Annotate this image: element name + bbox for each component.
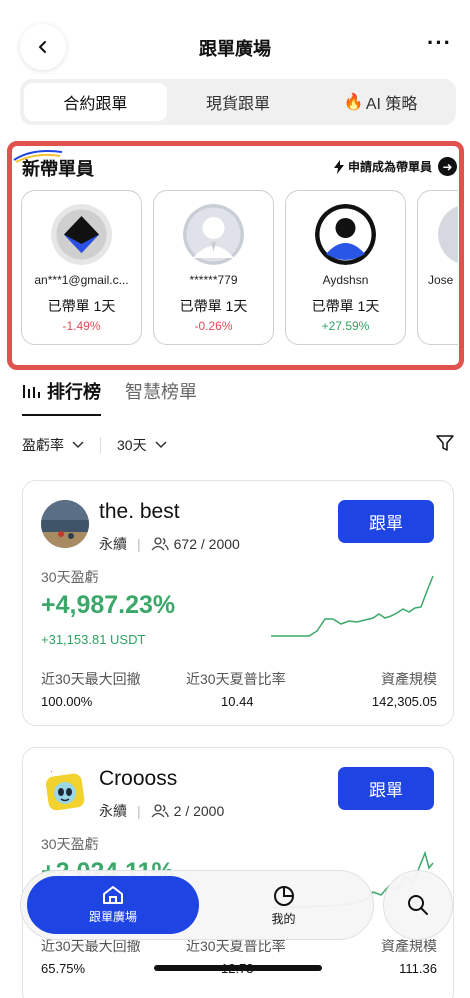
chevron-down-icon <box>155 441 167 449</box>
filter-icon[interactable] <box>436 435 454 451</box>
ranking-filters: 盈虧率 30天 <box>22 435 454 455</box>
tab-spot-copy[interactable]: 現貨跟單 <box>167 83 310 121</box>
pnl-sparkline <box>271 575 434 637</box>
apply-leader-label: 申請成為帶單員 <box>347 160 432 174</box>
aum-label: 資產規模 <box>381 671 437 687</box>
sharpe-ratio-label: 近30天夏普比率 <box>186 671 286 687</box>
chevron-down-icon <box>72 441 84 449</box>
pnl-usdt: +31,153.81 USDT <box>41 632 146 647</box>
follower-count: 2 / 2000 <box>173 803 225 819</box>
leader-name: ******779 <box>189 273 238 287</box>
leader-card[interactable]: an***1@gmail.c... 已帶單 1天 -1.49% <box>21 190 142 345</box>
trader-name: Croooss <box>99 767 178 790</box>
follow-button[interactable]: 跟單 <box>338 500 434 543</box>
nav-mine-label: 我的 <box>271 912 296 926</box>
meta-divider: | <box>137 536 141 552</box>
trader-card[interactable]: the. best 永續 | 672 / 2000 跟單 30天盈虧 +4,98… <box>22 480 454 726</box>
search-button[interactable] <box>383 870 453 940</box>
leader-pnl: -0.26% <box>194 319 233 333</box>
leader-name: Jose <box>428 273 454 287</box>
nav-copy-square[interactable]: 跟單廣場 <box>27 876 199 934</box>
apply-leader-link[interactable]: 申請成為帶單員 ➜ <box>333 157 457 176</box>
leader-pnl: -1.49% <box>62 319 101 333</box>
leader-card[interactable]: ******779 已帶單 1天 -0.26% <box>153 190 274 345</box>
avatar <box>315 204 376 265</box>
trader-name: the. best <box>99 500 180 523</box>
leader-name: Aydshsn <box>322 273 369 287</box>
period-filter-dropdown[interactable]: 30天 <box>117 435 167 455</box>
users-icon <box>151 804 169 818</box>
tab-futures-copy[interactable]: 合約跟單 <box>24 83 167 121</box>
period-filter-label: 30天 <box>117 437 147 453</box>
leader-name: an***1@gmail.c... <box>34 273 129 287</box>
follower-count: 672 / 2000 <box>173 536 240 552</box>
metric-filter-label: 盈虧率 <box>22 437 64 453</box>
pnl-percent: +4,987.23% <box>41 591 176 619</box>
tab-ai-strategy[interactable]: 🔥 AI 策略 <box>309 83 452 121</box>
nav-mine[interactable]: 我的 <box>236 879 331 933</box>
users-icon <box>151 537 169 551</box>
fire-icon: 🔥 <box>343 94 364 111</box>
sharpe-ratio-value: 10.44 <box>221 694 254 709</box>
more-options-icon[interactable]: ··· <box>427 30 452 56</box>
avatar <box>438 204 458 265</box>
header: 跟單廣場 ··· <box>0 18 470 76</box>
trader-meta: 永續 | 2 / 2000 <box>99 801 224 821</box>
arrow-right-icon: ➜ <box>438 157 457 176</box>
avatar <box>41 767 89 815</box>
max-drawdown-value: 65.75% <box>41 961 86 976</box>
filter-divider <box>100 437 101 453</box>
leader-card[interactable]: Jose <box>417 190 458 345</box>
home-icon <box>103 886 123 904</box>
aum-value: 111.36 <box>399 961 437 976</box>
leader-days: 已帶單 1天 <box>47 298 116 314</box>
avatar <box>41 500 89 548</box>
trader-meta: 永續 | 672 / 2000 <box>99 534 240 554</box>
follow-button[interactable]: 跟單 <box>338 767 434 810</box>
avatar <box>51 204 112 265</box>
max-drawdown-value: 100.00% <box>41 694 93 709</box>
home-indicator <box>154 965 322 971</box>
leader-pnl: +27.59% <box>321 319 370 333</box>
search-icon <box>408 895 428 915</box>
nav-copy-square-label: 跟單廣場 <box>88 910 137 924</box>
leader-card[interactable]: Aydshsn 已帶單 1天 +27.59% <box>285 190 406 345</box>
page-title: 跟單廣場 <box>199 39 271 59</box>
market-tabs: 合約跟單 現貨跟單 🔥 AI 策略 <box>20 79 456 125</box>
pie-chart-icon <box>273 886 294 906</box>
meta-divider: | <box>137 803 141 819</box>
metric-filter-dropdown[interactable]: 盈虧率 <box>22 435 84 455</box>
tab-smart-ranking[interactable]: 智慧榜單 <box>125 378 197 416</box>
tab-ranking[interactable]: 排行榜 <box>22 378 101 416</box>
max-drawdown-label: 近30天最大回撤 <box>41 671 141 687</box>
new-leaders-list: an***1@gmail.c... 已帶單 1天 -1.49% ******77… <box>21 190 458 346</box>
tab-ranking-label: 排行榜 <box>47 382 101 402</box>
contract-type: 永續 <box>99 536 127 552</box>
pnl-label: 30天盈虧 <box>41 836 99 852</box>
aum-value: 142,305.05 <box>371 694 437 709</box>
pnl-label: 30天盈虧 <box>41 569 99 585</box>
new-leaders-title: 新帶單員 <box>22 159 94 179</box>
bottom-nav: 跟單廣場 我的 <box>20 870 374 940</box>
contract-type: 永續 <box>99 803 127 819</box>
avatar <box>183 204 244 265</box>
tab-ai-strategy-label: AI 策略 <box>365 96 418 113</box>
leader-days: 已帶單 1天 <box>311 298 380 314</box>
bar-chart-icon <box>23 385 40 398</box>
leader-days: 已帶單 1天 <box>179 298 248 314</box>
ranking-tabs: 排行榜 智慧榜單 <box>22 378 197 416</box>
bolt-icon <box>333 159 344 174</box>
